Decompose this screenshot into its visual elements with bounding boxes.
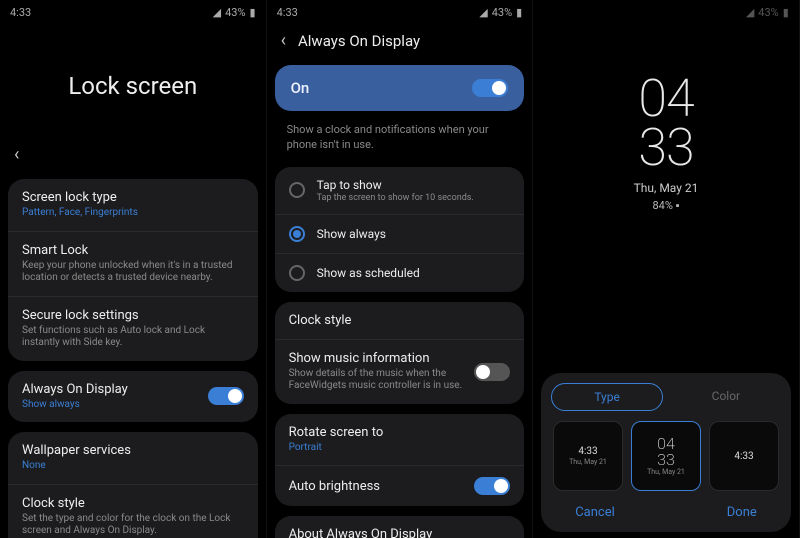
settings-card-aod: Always On Display Show always <box>8 371 258 423</box>
row-about-aod[interactable]: About Always On Display <box>275 516 525 538</box>
status-bar: ◢ 43% ▮ <box>533 0 799 24</box>
battery-icon: ▮ <box>516 6 522 19</box>
thumb-row: 4:33 Thu, May 21 04 33 Thu, May 21 4:33 <box>551 421 781 491</box>
phone-aod-preview: ◢ 43% ▮ 04 33 Thu, May 21 84% ▪ Type Col… <box>533 0 800 538</box>
about-card: About Always On Display <box>275 516 525 538</box>
settings-card-1: Screen lock type Pattern, Face, Fingerpr… <box>8 179 258 361</box>
back-icon[interactable]: ‹ <box>281 30 286 51</box>
battery-pct: 43% <box>758 6 778 19</box>
button-row: Cancel Done <box>551 501 781 526</box>
settings-card-2: Wallpaper services None Clock style Set … <box>8 432 258 538</box>
clock-style-panel: Type Color 4:33 Thu, May 21 04 33 Thu, M… <box>541 373 791 532</box>
status-bar: 4:33 ◢ 43% ▮ <box>267 0 533 24</box>
on-toggle[interactable] <box>472 79 508 97</box>
page-title: Always On Display <box>298 32 420 50</box>
tab-color[interactable]: Color <box>671 383 781 411</box>
row-wallpaper-services[interactable]: Wallpaper services None <box>8 432 258 485</box>
auto-brightness-toggle[interactable] <box>474 477 510 495</box>
row-always-on-display[interactable]: Always On Display Show always <box>8 371 258 423</box>
signal-icon: ◢ <box>213 6 221 19</box>
aod-toggle[interactable] <box>208 387 244 405</box>
phone-aod-settings: 4:33 ◢ 43% ▮ ‹ Always On Display On Show… <box>267 0 534 538</box>
screen-card: Rotate screen to Portrait Auto brightnes… <box>275 414 525 507</box>
radio-icon <box>289 265 305 281</box>
music-toggle[interactable] <box>474 363 510 381</box>
clock-thumb-1[interactable]: 4:33 Thu, May 21 <box>553 421 623 491</box>
radio-tap-to-show[interactable]: Tap to show Tap the screen to show for 1… <box>275 167 525 215</box>
header: ‹ Always On Display <box>267 24 533 65</box>
radio-icon <box>289 226 305 242</box>
row-clock-style[interactable]: Clock style Set the type and color for t… <box>8 485 258 538</box>
tab-row: Type Color <box>551 383 781 411</box>
done-button[interactable]: Done <box>727 505 757 520</box>
battery-pct: 43% <box>492 6 512 19</box>
battery-icon: ▮ <box>250 6 256 19</box>
radio-show-scheduled[interactable]: Show as scheduled <box>275 254 525 292</box>
music-card: Clock style Show music information Show … <box>275 302 525 404</box>
status-time: 4:33 <box>10 6 31 19</box>
status-bar: 4:33 ◢ 43% ▮ <box>0 0 266 24</box>
radio-card: Tap to show Tap the screen to show for 1… <box>275 167 525 292</box>
row-clock-style-link[interactable]: Clock style <box>275 302 525 340</box>
row-auto-brightness[interactable]: Auto brightness <box>275 466 525 506</box>
clock-thumb-3[interactable]: 4:33 <box>709 421 779 491</box>
signal-icon: ◢ <box>746 6 754 19</box>
aod-description: Show a clock and notifications when your… <box>267 117 533 167</box>
row-smart-lock[interactable]: Smart Lock Keep your phone unlocked when… <box>8 232 258 297</box>
battery-pct: 43% <box>225 6 245 19</box>
cancel-button[interactable]: Cancel <box>575 505 615 520</box>
on-toggle-bar[interactable]: On <box>275 65 525 111</box>
aod-clock-preview: 04 33 Thu, May 21 84% ▪ <box>533 74 799 212</box>
row-secure-lock-settings[interactable]: Secure lock settings Set functions such … <box>8 297 258 361</box>
phone-lock-screen: 4:33 ◢ 43% ▮ Lock screen ‹ Screen lock t… <box>0 0 267 538</box>
row-show-music-info[interactable]: Show music information Show details of t… <box>275 340 525 404</box>
radio-show-always[interactable]: Show always <box>275 215 525 254</box>
radio-icon <box>289 182 305 198</box>
back-icon[interactable]: ‹ <box>14 144 19 165</box>
tab-type[interactable]: Type <box>551 383 663 411</box>
status-time: 4:33 <box>277 6 298 19</box>
page-title: Lock screen <box>0 24 266 144</box>
signal-icon: ◢ <box>479 6 487 19</box>
battery-icon: ▮ <box>783 6 789 19</box>
row-screen-lock-type[interactable]: Screen lock type Pattern, Face, Fingerpr… <box>8 179 258 232</box>
clock-thumb-2[interactable]: 04 33 Thu, May 21 <box>631 421 701 491</box>
row-rotate-screen[interactable]: Rotate screen to Portrait <box>275 414 525 467</box>
